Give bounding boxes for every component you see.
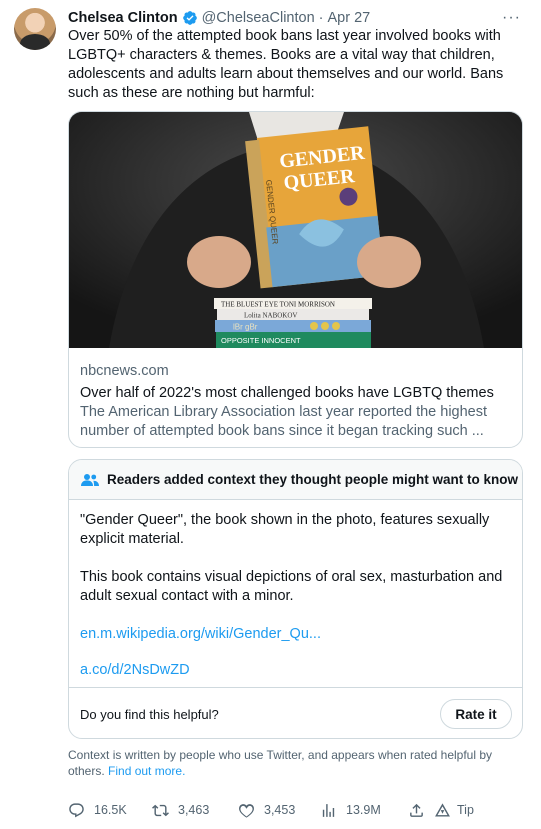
views-chart-icon [322, 803, 335, 817]
note-source-link-1[interactable]: en.m.wikipedia.org/wiki/Gender_Qu... [80, 625, 505, 644]
people-icon [81, 473, 99, 487]
context-disclaimer: Context is written by people who use Twi… [68, 747, 508, 779]
retweet-count: 3,463 [178, 803, 210, 817]
tweet-text: Over 50% of the attempted book bans last… [68, 28, 504, 101]
tweet-header: Chelsea Clinton @ChelseaClinton · Apr 27… [68, 9, 527, 27]
avatar[interactable] [14, 8, 56, 50]
stack-book-4: OPPOSITE INNOCENT [221, 336, 301, 345]
reply-icon [69, 802, 84, 817]
retweet-icon [152, 804, 169, 816]
community-note: Readers added context they thought peopl… [68, 459, 523, 739]
card-title[interactable]: Over half of 2022's most challenged book… [80, 384, 510, 403]
find-out-more-link[interactable]: Find out more. [108, 764, 185, 778]
retweet-button[interactable]: 3,463 [152, 802, 238, 819]
note-header: Readers added context they thought peopl… [69, 460, 522, 500]
author-handle[interactable]: @ChelseaClinton [202, 10, 315, 26]
like-button[interactable]: 3,453 [238, 802, 320, 819]
note-paragraph-1: "Gender Queer", the book shown in the ph… [80, 512, 490, 547]
note-heading: Readers added context they thought peopl… [107, 472, 519, 487]
reply-button[interactable]: 16.5K [68, 802, 152, 819]
card-meta: nbcnews.com Over half of 2022's most cha… [80, 362, 510, 441]
separator: · [318, 10, 324, 26]
views-count: 13.9M [346, 803, 381, 817]
share-button[interactable] [408, 802, 434, 819]
link-card[interactable]: GENDER QUEER GENDER QUEER THE BLUEST EYE… [68, 111, 523, 448]
article-image: GENDER QUEER GENDER QUEER THE BLUEST EYE… [69, 112, 522, 348]
note-source-link-2[interactable]: a.co/d/2NsDwZD [80, 661, 505, 680]
like-count: 3,453 [264, 803, 296, 817]
reply-count: 16.5K [94, 803, 127, 817]
card-domain: nbcnews.com [80, 363, 169, 379]
stack-book-2: Lolita NABOKOV [244, 312, 297, 320]
more-options-icon[interactable]: ··· [502, 9, 521, 27]
note-footer: Do you find this helpful? Rate it [69, 687, 522, 738]
helpful-question: Do you find this helpful? [80, 707, 219, 722]
action-bar: 16.5K 3,463 3,453 13.9M Tip [68, 800, 523, 820]
verified-badge-icon [182, 10, 198, 26]
stack-book-1: THE BLUEST EYE TONI MORRISON [221, 301, 335, 309]
heart-icon [239, 803, 254, 818]
tip-button[interactable]: Tip [434, 802, 474, 819]
share-icon [410, 803, 423, 817]
note-paragraph-2: This book contains visual depictions of … [80, 569, 503, 604]
rate-it-button[interactable]: Rate it [440, 699, 512, 729]
stack-book-3: lBr gBr [233, 323, 258, 332]
tip-label: Tip [457, 803, 474, 817]
tweet-date[interactable]: Apr 27 [327, 10, 370, 26]
views-button[interactable]: 13.9M [320, 802, 408, 819]
card-description: The American Library Association last ye… [80, 404, 488, 439]
note-body: "Gender Queer", the book shown in the ph… [80, 511, 505, 680]
tip-icon [435, 802, 450, 817]
author-name[interactable]: Chelsea Clinton [68, 10, 178, 26]
